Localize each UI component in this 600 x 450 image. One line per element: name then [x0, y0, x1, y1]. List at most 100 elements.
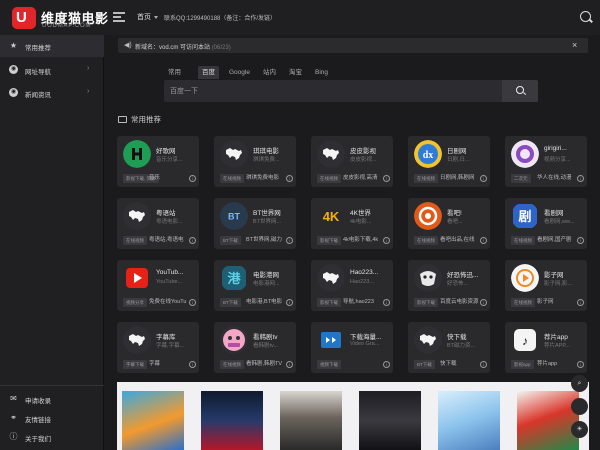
- movie-poster[interactable]: [359, 391, 421, 450]
- tab-common[interactable]: 常用: [164, 66, 185, 79]
- site-logo-icon: [414, 326, 442, 354]
- info-icon[interactable]: i: [577, 299, 584, 306]
- site-card-tag[interactable]: 在线视频: [414, 174, 438, 183]
- site-card-tag[interactable]: 在线视频: [123, 236, 147, 245]
- site-card-description: 粤语电影...: [156, 219, 183, 225]
- sidebar-item-about[interactable]: ⓘ 关于我们: [0, 426, 104, 448]
- site-card-subtitle: 快下载: [440, 361, 457, 367]
- site-card[interactable]: dx 日剧网 日剧,日... 在线视频 日剧网,韩剧网 i: [408, 136, 490, 187]
- site-card-tag[interactable]: 在线视频: [511, 236, 535, 245]
- site-card[interactable]: 剧 看剧网 看剧网,ww... 在线视频 看剧网,国产剧 i: [505, 198, 587, 249]
- info-icon[interactable]: i: [286, 175, 293, 182]
- menu-toggle-icon[interactable]: [113, 12, 125, 22]
- site-logo-icon: 剧: [511, 202, 539, 230]
- site-card-tag[interactable]: 字幕下载: [123, 360, 147, 369]
- site-logo-icon: [317, 140, 345, 168]
- info-icon[interactable]: i: [480, 237, 487, 244]
- search-input[interactable]: [164, 80, 502, 102]
- site-card-tag[interactable]: 影视下载: [317, 298, 341, 307]
- info-icon[interactable]: i: [189, 237, 196, 244]
- sidebar-item-news[interactable]: ◉ 新闻资讯 ›: [0, 82, 104, 104]
- site-card-tag[interactable]: 影视下载: [414, 298, 438, 307]
- site-card[interactable]: YouTub... YouTube... 视频分享 免费在线YouTu i: [117, 260, 199, 311]
- info-icon[interactable]: i: [480, 175, 487, 182]
- movie-poster[interactable]: [280, 391, 342, 450]
- site-card[interactable]: 好恐怖迅... 好恐怖... 影视下载 百度云电影资源 i: [408, 260, 490, 311]
- site-card-description: 看剧网,ww...: [544, 219, 575, 225]
- site-card[interactable]: 琪琪电影 琪琪免费... 在线视频 琪琪免费电影 i: [214, 136, 296, 187]
- movie-poster[interactable]: [517, 391, 579, 450]
- site-card[interactable]: Hao223... Hao223... 影视下载 导航,hao223 i: [311, 260, 393, 311]
- info-icon[interactable]: i: [189, 361, 196, 368]
- site-card[interactable]: 好歌网 音乐分享... 影视下载, 资源 音乐 i: [117, 136, 199, 187]
- star-icon: ★: [9, 41, 18, 50]
- site-card-tag[interactable]: 在线视频: [511, 298, 535, 307]
- site-card[interactable]: 看吧! 看吧... 在线视频 看吧出品,在线 i: [408, 198, 490, 249]
- float-search-button[interactable]: ⌕: [571, 375, 588, 392]
- sidebar-item-recommended[interactable]: ★ 常用推荐: [0, 35, 104, 57]
- info-icon[interactable]: i: [480, 361, 487, 368]
- info-icon[interactable]: i: [577, 361, 584, 368]
- movie-poster[interactable]: [201, 391, 263, 450]
- info-icon[interactable]: i: [189, 299, 196, 306]
- site-card-tag[interactable]: 视频分享: [123, 298, 147, 307]
- info-icon[interactable]: i: [189, 175, 196, 182]
- notice-text[interactable]: 新域名：vod.cm 可访问本站 (06/23): [135, 42, 231, 51]
- site-card[interactable]: 皮皮影视 皮皮影视... 在线视频 皮皮影视,高清 i: [311, 136, 393, 187]
- close-icon[interactable]: ×: [572, 40, 577, 50]
- site-card-description: 皮皮影视...: [350, 157, 377, 163]
- site-card-tag[interactable]: 在线视频: [220, 360, 244, 369]
- site-card[interactable]: ♪ 荐片app 荐片APP... 影视app 荐片app i: [505, 322, 587, 373]
- site-logo-icon: [317, 326, 345, 354]
- search-button[interactable]: [502, 80, 538, 102]
- site-card-tag[interactable]: 视频下载: [317, 360, 341, 369]
- site-card-tag[interactable]: 影视下载: [317, 236, 341, 245]
- site-card[interactable]: 下载海量... Video Gra... 视频下载 i: [311, 322, 393, 373]
- site-card[interactable]: 看韩剧tv 看韩剧tv... 在线视频 看韩剧,韩剧TV i: [214, 322, 296, 373]
- site-card-tag[interactable]: 在线视频: [414, 236, 438, 245]
- chevron-right-icon: ›: [87, 65, 90, 72]
- svg-text:♪: ♪: [522, 334, 528, 348]
- site-card[interactable]: 快下载 BT磁力资... BT下载 快下载 i: [408, 322, 490, 373]
- info-icon[interactable]: i: [286, 237, 293, 244]
- site-card[interactable]: 港 电影港网 电影港网... BT下载 电影港,BT电影 i: [214, 260, 296, 311]
- info-icon[interactable]: i: [577, 175, 584, 182]
- nav-home-dropdown[interactable]: 首页: [137, 12, 158, 22]
- site-card-tag[interactable]: 在线视频: [317, 174, 341, 183]
- chat-icon: ✉: [10, 394, 17, 403]
- info-icon[interactable]: i: [286, 299, 293, 306]
- site-card[interactable]: 粤语站 粤语电影... 在线视频 粤语站,粤语电 i: [117, 198, 199, 249]
- site-card-name: 荐片app: [544, 334, 568, 341]
- sidebar-item-navigation[interactable]: ◉ 网址导航 ›: [0, 59, 104, 81]
- site-card[interactable]: 4K 4K世界 4k电影... 影视下载 4k电影下载,4k i: [311, 198, 393, 249]
- site-card-tag[interactable]: BT下载: [220, 236, 241, 245]
- site-card[interactable]: 字幕库 字幕,字幕... 字幕下载 字幕 i: [117, 322, 199, 373]
- info-icon[interactable]: i: [383, 237, 390, 244]
- site-logo[interactable]: U 维度猫电影 UODMAP.COM: [12, 7, 108, 31]
- theme-toggle-button[interactable]: ☀: [571, 421, 588, 438]
- search-icon[interactable]: [580, 11, 591, 22]
- info-icon[interactable]: i: [383, 361, 390, 368]
- site-card-tag[interactable]: BT下载: [414, 360, 435, 369]
- site-card-tag[interactable]: 影视app: [511, 360, 534, 369]
- tab-site[interactable]: 站内: [259, 66, 280, 79]
- site-card[interactable]: BT BT世界网 BT世界网... BT下载 BT世界网,磁力 i: [214, 198, 296, 249]
- tab-bing[interactable]: Bing: [311, 66, 332, 79]
- tab-taobao[interactable]: 淘宝: [285, 66, 306, 79]
- info-icon[interactable]: i: [286, 361, 293, 368]
- site-card-tag[interactable]: 在线视频: [220, 174, 244, 183]
- site-card[interactable]: 影子网 影子网,影... 在线视频 影子网 i: [505, 260, 587, 311]
- tab-google[interactable]: Google: [225, 66, 254, 79]
- info-icon[interactable]: i: [577, 237, 584, 244]
- info-icon[interactable]: i: [480, 299, 487, 306]
- movie-poster[interactable]: [122, 391, 184, 450]
- svg-text:港: 港: [227, 271, 241, 287]
- site-card-tag[interactable]: BT下载: [220, 298, 241, 307]
- info-icon[interactable]: i: [383, 175, 390, 182]
- float-blank-button[interactable]: [571, 398, 588, 415]
- movie-poster[interactable]: [438, 391, 500, 450]
- tab-baidu[interactable]: 百度: [198, 66, 219, 79]
- site-card-tag[interactable]: 二次元: [511, 174, 531, 183]
- info-icon[interactable]: i: [383, 299, 390, 306]
- site-card[interactable]: girigiri... 视频分享... 二次元 华人在线,动漫 i: [505, 136, 587, 187]
